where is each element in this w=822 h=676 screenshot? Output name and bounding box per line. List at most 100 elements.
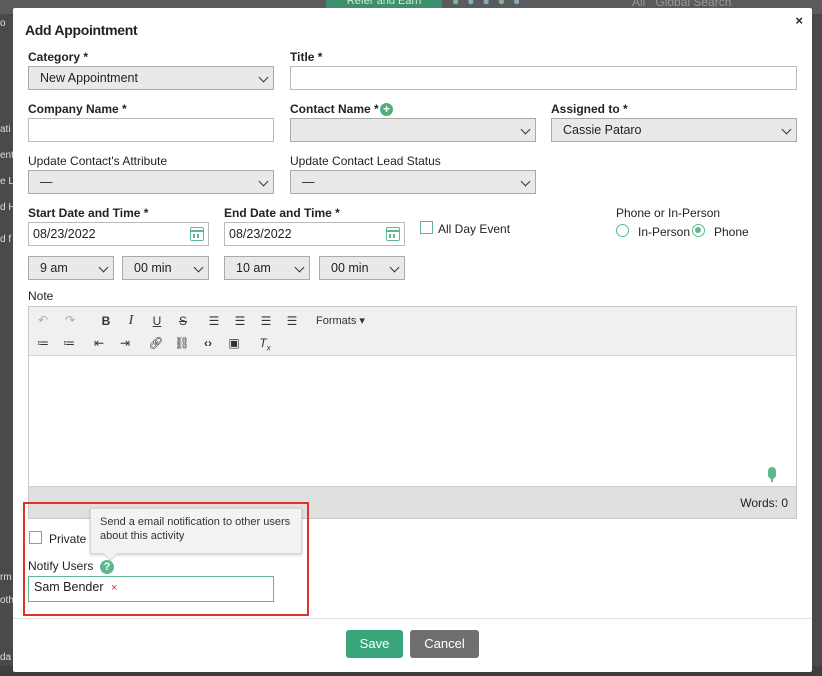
start-hour-select[interactable]: 9 am: [28, 256, 114, 280]
phone-label: Phone: [714, 225, 749, 239]
category-label: Category *: [28, 50, 89, 64]
company-name-input[interactable]: [28, 118, 274, 142]
italic-icon[interactable]: I: [121, 312, 141, 330]
start-date-input[interactable]: 08/23/2022: [28, 222, 209, 246]
unlink-icon[interactable]: ⛓︎: [172, 334, 192, 352]
footer-divider: [13, 618, 812, 619]
start-minute-select[interactable]: 00 min: [122, 256, 209, 280]
align-center-icon[interactable]: ☰: [230, 312, 250, 330]
chevron-down-icon: [781, 124, 792, 135]
bg-text-fragment: e L: [0, 176, 14, 187]
align-right-icon[interactable]: ☰: [256, 312, 276, 330]
formats-label: Formats: [316, 315, 357, 327]
modal-title: Add Appointment: [25, 22, 138, 38]
start-date-label: Start Date and Time *: [28, 206, 149, 220]
in-person-radio[interactable]: [616, 224, 629, 237]
meeting-type-label: Phone or In-Person: [616, 206, 721, 220]
cancel-button[interactable]: Cancel: [410, 630, 479, 658]
save-button[interactable]: Save: [346, 630, 403, 658]
in-person-label: In-Person: [638, 225, 691, 239]
help-icon[interactable]: ?: [100, 560, 114, 574]
bg-text-fragment: ent: [0, 150, 14, 161]
all-day-label: All Day Event: [438, 222, 511, 236]
chevron-down-icon: [389, 262, 400, 273]
end-minute-value: 00 min: [331, 261, 369, 275]
link-icon[interactable]: 🔗︎: [146, 334, 166, 352]
bg-text-fragment: d f: [0, 234, 12, 245]
contact-name-value: [299, 123, 302, 137]
private-label: Private: [49, 532, 87, 546]
calendar-icon[interactable]: [190, 227, 204, 241]
chevron-down-icon: [258, 72, 269, 83]
bg-text-fragment: d H: [0, 202, 14, 213]
calendar-icon[interactable]: [386, 227, 400, 241]
phone-radio[interactable]: [692, 224, 705, 237]
note-label: Note: [28, 289, 54, 303]
align-left-icon[interactable]: ☰: [204, 312, 224, 330]
end-date-input[interactable]: 08/23/2022: [224, 222, 405, 246]
private-checkbox[interactable]: [29, 531, 42, 544]
user-token: Sam Bender ×: [34, 580, 117, 594]
title-label: Title *: [290, 50, 323, 64]
underline-icon[interactable]: U: [147, 312, 167, 330]
end-hour-value: 10 am: [236, 261, 271, 275]
formats-dropdown[interactable]: Formats ▾: [316, 314, 365, 327]
bg-text-fragment: o: [0, 18, 6, 29]
all-day-checkbox[interactable]: [420, 221, 433, 234]
code-icon[interactable]: ‹›: [198, 334, 218, 352]
company-name-label: Company Name *: [28, 102, 127, 116]
strikethrough-icon[interactable]: S: [173, 312, 193, 330]
redo-icon[interactable]: ↷: [60, 311, 80, 329]
add-appointment-modal: Add Appointment × Category * New Appoint…: [13, 8, 812, 672]
user-token-label: Sam Bender: [34, 580, 104, 594]
assigned-to-label: Assigned to *: [551, 102, 628, 116]
update-lead-status-label: Update Contact Lead Status: [290, 154, 441, 168]
image-icon[interactable]: ▣: [224, 334, 244, 352]
notify-users-label: Notify Users: [28, 559, 94, 573]
note-text-area[interactable]: [29, 356, 796, 487]
end-hour-select[interactable]: 10 am: [224, 256, 310, 280]
update-attribute-select[interactable]: —: [28, 170, 274, 194]
update-lead-status-select[interactable]: —: [290, 170, 536, 194]
bg-text-fragment: oth: [0, 595, 14, 606]
end-date-value: 08/23/2022: [229, 227, 292, 241]
close-button[interactable]: ×: [795, 13, 803, 28]
align-justify-icon[interactable]: ☰: [282, 312, 302, 330]
add-contact-icon[interactable]: +: [380, 103, 393, 116]
remove-token-icon[interactable]: ×: [111, 582, 117, 594]
update-attribute-value: —: [40, 175, 53, 189]
end-minute-select[interactable]: 00 min: [319, 256, 405, 280]
assigned-to-value: Cassie Pataro: [563, 123, 642, 137]
contact-name-label: Contact Name *: [290, 102, 379, 116]
update-attribute-label: Update Contact's Attribute: [28, 154, 168, 168]
microphone-icon[interactable]: [768, 467, 776, 482]
bg-text-fragment: ati: [0, 124, 11, 135]
word-count: Words: 0: [740, 496, 788, 510]
bg-text-fragment: da: [0, 652, 12, 663]
start-hour-value: 9 am: [40, 261, 68, 275]
chevron-down-icon: [520, 176, 531, 187]
chevron-down-icon: [258, 176, 269, 187]
bold-icon[interactable]: B: [96, 312, 116, 330]
numbered-list-icon[interactable]: ≔: [59, 334, 79, 352]
category-select[interactable]: New Appointment: [28, 66, 274, 90]
update-lead-status-value: —: [302, 175, 315, 189]
note-editor: ↶ ↷ B I U S ☰ ☰ ☰ ☰ Formats ▾ ≔ ≔ ⇤ ⇥ 🔗︎…: [28, 306, 797, 519]
title-input[interactable]: [290, 66, 797, 90]
bullet-list-icon[interactable]: ≔: [33, 334, 53, 352]
start-date-value: 08/23/2022: [33, 227, 96, 241]
clear-formatting-icon[interactable]: Tx: [255, 334, 275, 352]
notify-users-input[interactable]: Sam Bender ×: [28, 576, 274, 602]
assigned-to-select[interactable]: Cassie Pataro: [551, 118, 797, 142]
chevron-down-icon: [294, 262, 305, 273]
chevron-down-icon: [520, 124, 531, 135]
chevron-down-icon: [193, 262, 204, 273]
header-icons: ●●●●●: [452, 0, 529, 8]
undo-icon[interactable]: ↶: [33, 311, 53, 329]
end-date-label: End Date and Time *: [224, 206, 340, 220]
bg-text-fragment: rm: [0, 572, 12, 583]
chevron-down-icon: [98, 262, 109, 273]
indent-icon[interactable]: ⇥: [115, 334, 135, 352]
outdent-icon[interactable]: ⇤: [89, 334, 109, 352]
contact-name-select[interactable]: [290, 118, 536, 142]
